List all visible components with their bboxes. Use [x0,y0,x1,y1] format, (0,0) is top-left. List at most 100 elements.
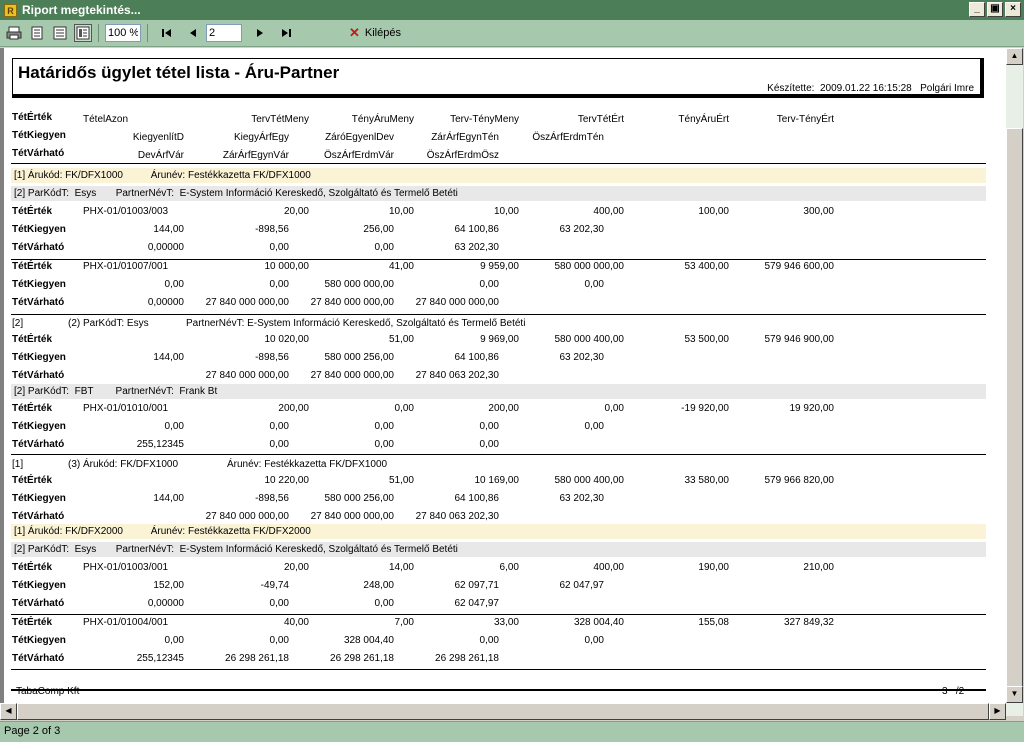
record-cell: 20,00 [283,562,309,573]
scroll-right-icon[interactable]: ▶ [989,703,1006,720]
record-cell: -49,74 [260,580,289,591]
toolbar: ✕ Kilépés [0,20,1024,47]
footer-separator [11,689,986,691]
record-cell: 27 840 000 000,00 [205,370,289,381]
header-oszarferdmvar: ÖszÁrfErdmVár [323,150,394,161]
record-cell: -19 920,00 [681,403,729,414]
row-label: TétVárható [12,297,65,308]
record-cell: PHX-01/01003/003 [83,206,169,217]
group-product-fk-dfx1000: [1] Árukód: FK/DFX1000 Árunév: Festékkaz… [14,170,311,181]
exit-button[interactable]: ✕ Kilépés [349,25,401,41]
created-date: 2009.01.22 16:15:28 [819,83,912,94]
record-cell: 0,00 [584,421,604,432]
horizontal-scroll-thumb[interactable] [17,703,989,720]
record-cell: 0,00 [584,279,604,290]
horizontal-scrollbar[interactable]: ◀ ▶ [0,703,1006,720]
record-cell: 40,00 [283,617,309,628]
row-label: TétKiegyen [12,279,66,290]
row-label: TétÉrték [12,562,53,573]
page-width-icon[interactable] [51,24,69,42]
record-cell: 0,00 [604,403,624,414]
record-cell: 580 000 256,00 [324,493,394,504]
scroll-up-icon[interactable]: ▲ [1006,48,1023,65]
record-cell: 7,00 [394,617,414,628]
page-number-input[interactable] [206,24,242,42]
record-cell: PHX-01/01004/001 [83,617,169,628]
zoom-input[interactable] [105,24,141,42]
record-cell: 190,00 [698,562,729,573]
subtotal-partner-code: (2) ParKódT: Esys [68,318,149,329]
last-page-icon[interactable] [278,24,294,42]
previous-page-icon[interactable] [185,24,201,42]
record-cell: 579 966 820,00 [764,475,834,486]
single-page-icon[interactable] [28,24,46,42]
maximize-button[interactable]: ▣ [987,2,1003,17]
report-created-info: Készítette: 2009.01.22 16:15:28 Polgári … [767,83,974,94]
header-zararfegynvar: ZárÁrfEgynVár [222,150,289,161]
row-label: TétÉrték [12,261,53,272]
group-partner-esys: [2] ParKódT: Esys PartnerNévT: E-System … [14,188,458,199]
report-viewport[interactable]: Határidős ügylet tétel lista - Áru-Partn… [0,48,1006,703]
row-label: TétKiegyen [12,635,66,646]
record-cell: 0,00 [479,439,499,450]
record-cell: 0,00 [479,279,499,290]
header-separator [11,163,986,164]
subtotal-product-code: (3) Árukód: FK/DFX1000 [68,459,179,470]
minimize-button[interactable]: _ [969,2,985,17]
record-cell: 200,00 [488,403,519,414]
next-page-icon[interactable] [252,24,268,42]
record-cell: 27 840 000 000,00 [205,297,289,308]
close-button[interactable]: × [1005,2,1021,17]
record-cell: 580 000 000,00 [554,261,624,272]
record-cell: 0,00 [269,279,289,290]
row-label: TétVárható [12,370,65,381]
record-cell: 328 004,40 [573,617,624,628]
record-cell: 10 169,00 [474,475,520,486]
header-row3-label: TétVárható [12,148,65,159]
status-page-text: Page 2 of 3 [4,725,61,737]
record-cell: 62 047,97 [454,598,500,609]
record-separator [11,314,986,315]
record-cell: 27 840 000 000,00 [310,511,394,522]
status-bar: Page 2 of 3 [0,721,1024,742]
first-page-icon[interactable] [159,24,175,42]
outline-view-icon[interactable] [74,24,92,42]
record-cell: 0,00000 [147,297,184,308]
group-partner-esys: [2] ParKódT: Esys PartnerNévT: E-System … [14,544,458,555]
record-cell: -898,56 [255,493,289,504]
record-cell: PHX-01/01007/001 [83,261,169,272]
header-terv-tenymeny: Terv-TényMeny [450,114,519,125]
vertical-scrollbar[interactable]: ▲ ▼ [1006,48,1023,716]
row-label: TétÉrték [12,475,53,486]
header-kiegyenlitd: KiegyenlítD [132,132,184,143]
record-cell: 41,00 [388,261,414,272]
record-cell: 0,00 [164,421,184,432]
record-cell: 100,00 [698,206,729,217]
header-oszarferdmosz: ÖszÁrfErdmÖsz [426,150,499,161]
vertical-scroll-thumb[interactable] [1006,128,1023,688]
subtotal-product-name: Árunév: Festékkazetta FK/DFX1000 [227,459,388,470]
group-product-fk-dfx2000: [1] Árukód: FK/DFX2000 Árunév: Festékkaz… [14,526,311,537]
record-cell: 14,00 [388,562,414,573]
record-cell: 579 946 900,00 [764,334,834,345]
scroll-left-icon[interactable]: ◀ [0,703,17,720]
row-label: TétÉrték [12,334,53,345]
print-icon[interactable] [5,24,23,42]
record-cell: 9 959,00 [480,261,519,272]
record-cell: 255,12345 [136,439,184,450]
record-cell: 10 220,00 [264,475,310,486]
record-cell: 0,00 [374,242,394,253]
record-cell: 26 298 261,18 [225,653,289,664]
record-cell: 27 840 000 000,00 [205,511,289,522]
record-cell: 0,00 [479,635,499,646]
record-separator [11,614,986,615]
scroll-down-icon[interactable]: ▼ [1006,686,1023,703]
group-partner-fbt: [2] ParKódT: FBT PartnerNévT: Frank Bt [14,386,218,397]
record-cell: 63 202,30 [559,224,605,235]
record-cell: 580 000 256,00 [324,352,394,363]
header-row1-label: TétÉrték [12,112,53,123]
record-cell: 33,00 [493,617,519,628]
record-cell: 0,00 [269,439,289,450]
record-cell: 26 298 261,18 [435,653,499,664]
window-title: Riport megtekintés... [22,3,141,17]
